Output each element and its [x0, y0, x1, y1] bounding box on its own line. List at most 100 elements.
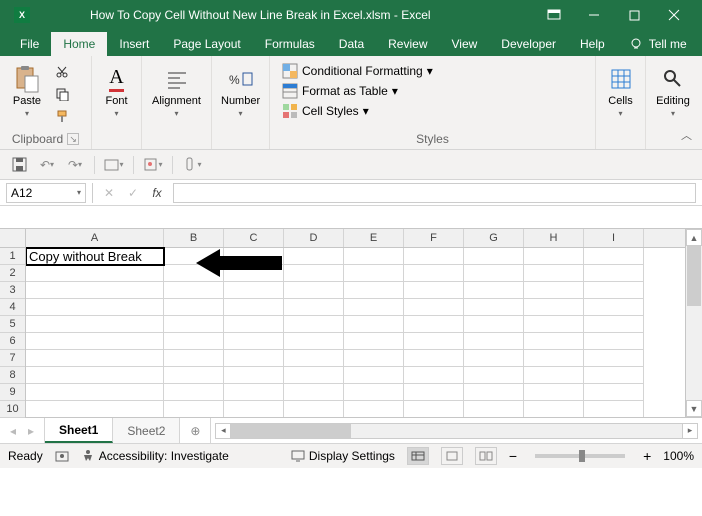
clipboard-launcher-icon[interactable]: ↘: [67, 133, 79, 145]
cell[interactable]: [524, 401, 584, 417]
cell[interactable]: [404, 282, 464, 299]
cell[interactable]: [524, 350, 584, 367]
tab-view[interactable]: View: [440, 32, 490, 56]
tab-pagelayout[interactable]: Page Layout: [161, 32, 252, 56]
cell[interactable]: [26, 367, 164, 384]
column-header[interactable]: G: [464, 229, 524, 247]
tab-insert[interactable]: Insert: [107, 32, 161, 56]
cell[interactable]: [224, 384, 284, 401]
cell[interactable]: [164, 282, 224, 299]
collapse-ribbon-button[interactable]: ︿: [681, 127, 692, 143]
cell[interactable]: [164, 384, 224, 401]
cell[interactable]: [224, 316, 284, 333]
cell[interactable]: [224, 282, 284, 299]
accessibility-status[interactable]: Accessibility: Investigate: [81, 449, 229, 463]
scroll-left-button[interactable]: ◂: [215, 423, 231, 439]
insert-function-button[interactable]: fx: [147, 183, 167, 203]
tab-formulas[interactable]: Formulas: [253, 32, 327, 56]
column-header[interactable]: D: [284, 229, 344, 247]
cell[interactable]: [524, 384, 584, 401]
cell[interactable]: [464, 333, 524, 350]
row-header[interactable]: 8: [0, 367, 25, 384]
column-header[interactable]: H: [524, 229, 584, 247]
cell[interactable]: [404, 384, 464, 401]
conditional-formatting-button[interactable]: Conditional Formatting ▾: [280, 62, 435, 80]
cell[interactable]: [344, 333, 404, 350]
cell[interactable]: [464, 384, 524, 401]
cell[interactable]: [224, 367, 284, 384]
cell[interactable]: [584, 350, 644, 367]
save-button[interactable]: [8, 154, 30, 176]
cell[interactable]: [344, 299, 404, 316]
cell[interactable]: [284, 367, 344, 384]
cell[interactable]: [344, 265, 404, 282]
cell[interactable]: [524, 282, 584, 299]
cell[interactable]: [584, 384, 644, 401]
ribbon-display-options[interactable]: [534, 0, 574, 30]
cell[interactable]: [464, 282, 524, 299]
macro-record-icon[interactable]: [55, 449, 69, 463]
cell[interactable]: [584, 282, 644, 299]
cell[interactable]: [164, 316, 224, 333]
cell[interactable]: [404, 333, 464, 350]
cell[interactable]: [284, 282, 344, 299]
row-header[interactable]: 1: [0, 248, 25, 265]
cell[interactable]: [584, 299, 644, 316]
select-all-corner[interactable]: [0, 229, 25, 248]
row-header[interactable]: 9: [0, 384, 25, 401]
sheet-next-button[interactable]: ▸: [24, 424, 38, 438]
undo-button[interactable]: ↶▾: [36, 154, 58, 176]
tab-home[interactable]: Home: [51, 32, 107, 56]
grid-body[interactable]: A B C D E F G H I Copy without Break: [26, 229, 685, 417]
qat-button-1[interactable]: ▾: [103, 154, 125, 176]
format-as-table-button[interactable]: Format as Table ▾: [280, 82, 435, 100]
scroll-thumb[interactable]: [687, 246, 701, 306]
maximize-button[interactable]: [614, 0, 654, 30]
cell[interactable]: [224, 401, 284, 417]
tab-data[interactable]: Data: [327, 32, 376, 56]
cell[interactable]: [26, 384, 164, 401]
normal-view-button[interactable]: [407, 447, 429, 465]
tell-me[interactable]: Tell me: [617, 32, 699, 56]
cell[interactable]: [584, 265, 644, 282]
horizontal-scrollbar[interactable]: ◂ ▸: [215, 423, 698, 439]
cell[interactable]: [344, 401, 404, 417]
font-dropdown[interactable]: A Font ▾: [98, 60, 135, 123]
tab-review[interactable]: Review: [376, 32, 439, 56]
cell[interactable]: [224, 350, 284, 367]
cell[interactable]: [164, 299, 224, 316]
cell[interactable]: [224, 299, 284, 316]
format-painter-button[interactable]: [52, 106, 72, 126]
cell[interactable]: [164, 401, 224, 417]
zoom-slider[interactable]: [535, 454, 625, 458]
scroll-track[interactable]: [231, 423, 682, 439]
cell[interactable]: [404, 350, 464, 367]
tab-file[interactable]: File: [8, 32, 51, 56]
cell[interactable]: [524, 248, 584, 265]
column-header[interactable]: E: [344, 229, 404, 247]
cell[interactable]: [464, 367, 524, 384]
tab-developer[interactable]: Developer: [489, 32, 568, 56]
cells-dropdown[interactable]: Cells ▾: [602, 60, 639, 123]
cell[interactable]: [464, 265, 524, 282]
scroll-up-button[interactable]: ▲: [686, 229, 702, 246]
column-header[interactable]: I: [584, 229, 644, 247]
cell[interactable]: [164, 367, 224, 384]
cell[interactable]: [464, 299, 524, 316]
cell[interactable]: [164, 350, 224, 367]
cell[interactable]: [464, 316, 524, 333]
cell[interactable]: [524, 265, 584, 282]
cell[interactable]: [584, 316, 644, 333]
page-break-view-button[interactable]: [475, 447, 497, 465]
cell[interactable]: [344, 350, 404, 367]
cell[interactable]: [224, 333, 284, 350]
cell[interactable]: [284, 265, 344, 282]
copy-button[interactable]: [52, 84, 72, 104]
cell[interactable]: [26, 350, 164, 367]
cell[interactable]: [464, 350, 524, 367]
sheet-tab-active[interactable]: Sheet1: [45, 418, 113, 443]
cell[interactable]: [524, 367, 584, 384]
zoom-thumb[interactable]: [579, 450, 585, 462]
editing-dropdown[interactable]: Editing ▾: [652, 60, 694, 123]
cell[interactable]: [284, 248, 344, 265]
